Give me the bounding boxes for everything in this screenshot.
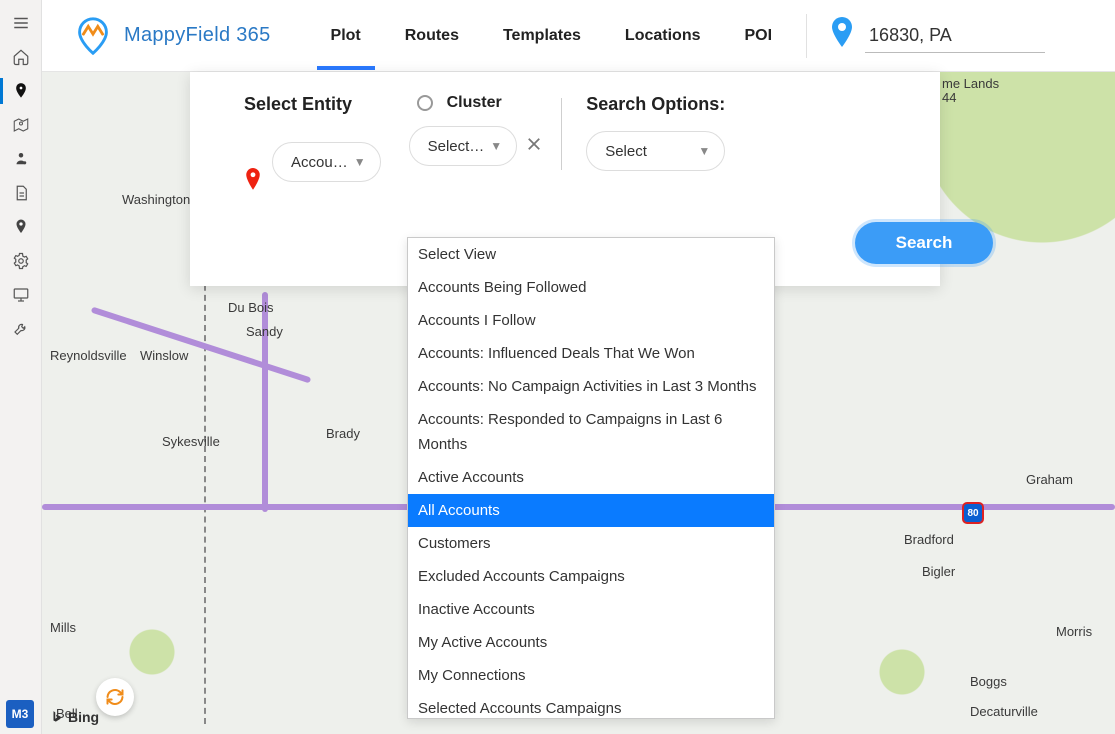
map-label: Reynoldsville	[50, 348, 127, 363]
location-input[interactable]	[865, 19, 1045, 53]
bing-label: Bing	[68, 709, 99, 725]
clear-view-button[interactable]	[525, 135, 543, 158]
view-option[interactable]: Active Accounts	[408, 461, 774, 494]
bing-attribution: Bing	[50, 708, 99, 726]
view-option[interactable]: Selected Accounts Campaigns	[408, 692, 774, 719]
select-entity-label: Select Entity	[244, 94, 381, 115]
cluster-radio[interactable]	[417, 95, 433, 111]
search-options-select[interactable]: Select ▼	[586, 131, 725, 171]
app-badge: M3	[6, 700, 34, 728]
map-label: Du Bois	[228, 300, 274, 315]
nav-templates[interactable]: Templates	[503, 3, 581, 69]
top-header: MappyField 365 Plot Routes Templates Loc…	[42, 0, 1115, 72]
brand-logo-icon	[70, 13, 116, 59]
view-option[interactable]: All Accounts	[408, 494, 774, 527]
view-select-value: Select…	[428, 138, 485, 155]
view-option[interactable]: Accounts I Follow	[408, 304, 774, 337]
view-option[interactable]: Accounts: Influenced Deals That We Won	[408, 337, 774, 370]
territory-icon[interactable]	[0, 108, 42, 142]
map-label: Sandy	[246, 324, 283, 339]
divider	[806, 14, 807, 58]
map-label: Boggs	[970, 674, 1007, 689]
top-nav: Plot Routes Templates Locations POI	[331, 3, 773, 69]
map-label: Washington	[122, 192, 190, 207]
interstate-shield-icon: 80	[962, 502, 984, 524]
entity-pin-icon	[244, 167, 262, 193]
road	[91, 307, 312, 384]
entity-select[interactable]: Accou… ▼	[272, 142, 381, 182]
chevron-down-icon: ▼	[490, 139, 502, 153]
nav-locations[interactable]: Locations	[625, 3, 701, 69]
map-label: Sykesville	[162, 434, 220, 449]
nav-routes[interactable]: Routes	[405, 3, 459, 69]
entity-select-value: Accou…	[291, 154, 348, 171]
view-option[interactable]: Accounts: Responded to Campaigns in Last…	[408, 403, 774, 461]
monitor-icon[interactable]	[0, 278, 42, 312]
search-button[interactable]: Search	[855, 222, 993, 264]
menu-icon[interactable]	[0, 6, 42, 40]
map-pin-filled-icon[interactable]	[0, 74, 42, 108]
view-option[interactable]: Accounts Being Followed	[408, 271, 774, 304]
view-option[interactable]: My Connections	[408, 659, 774, 692]
nav-poi[interactable]: POI	[744, 3, 772, 69]
divider	[561, 98, 562, 170]
view-option[interactable]: Customers	[408, 527, 774, 560]
view-dropdown[interactable]: Select ViewAccounts Being FollowedAccoun…	[407, 237, 775, 719]
cluster-label: Cluster	[447, 94, 502, 112]
map-label: 44	[942, 90, 956, 105]
nav-plot[interactable]: Plot	[331, 3, 361, 69]
view-option[interactable]: Inactive Accounts	[408, 593, 774, 626]
tools-icon[interactable]	[0, 312, 42, 346]
map-label: Graham	[1026, 472, 1073, 487]
view-option[interactable]: Excluded Accounts Campaigns	[408, 560, 774, 593]
search-options-label: Search Options:	[586, 94, 725, 115]
left-nav-rail: M3	[0, 0, 42, 734]
map-label: Morris	[1056, 624, 1092, 639]
chevron-down-icon: ▼	[354, 155, 366, 169]
map-label: Bradford	[904, 532, 954, 547]
map-canvas[interactable]: 80 Washington Du Bois Sandy Reynoldsvill…	[42, 72, 1115, 734]
main-area: MappyField 365 Plot Routes Templates Loc…	[42, 0, 1115, 734]
map-label: Brady	[326, 426, 360, 441]
person-pin-icon[interactable]	[0, 142, 42, 176]
map-label: Decaturville	[970, 704, 1038, 719]
search-options-value: Select	[605, 143, 647, 160]
home-icon[interactable]	[0, 40, 42, 74]
chevron-down-icon: ▼	[698, 144, 710, 158]
view-select[interactable]: Select… ▼	[409, 126, 518, 166]
view-option[interactable]: Select View	[408, 238, 774, 271]
map-label: Bigler	[922, 564, 955, 579]
brand: MappyField 365	[70, 13, 271, 59]
refresh-button[interactable]	[96, 678, 134, 716]
map-label: Winslow	[140, 348, 188, 363]
file-icon[interactable]	[0, 176, 42, 210]
location-pin-icon	[829, 17, 855, 54]
map-label: me Lands	[942, 76, 999, 91]
map-label: Mills	[50, 620, 76, 635]
view-option[interactable]: My Active Accounts	[408, 626, 774, 659]
poi-pin-icon[interactable]	[0, 210, 42, 244]
brand-name: MappyField 365	[124, 24, 271, 47]
view-option[interactable]: Accounts: No Campaign Activities in Last…	[408, 370, 774, 403]
gear-icon[interactable]	[0, 244, 42, 278]
